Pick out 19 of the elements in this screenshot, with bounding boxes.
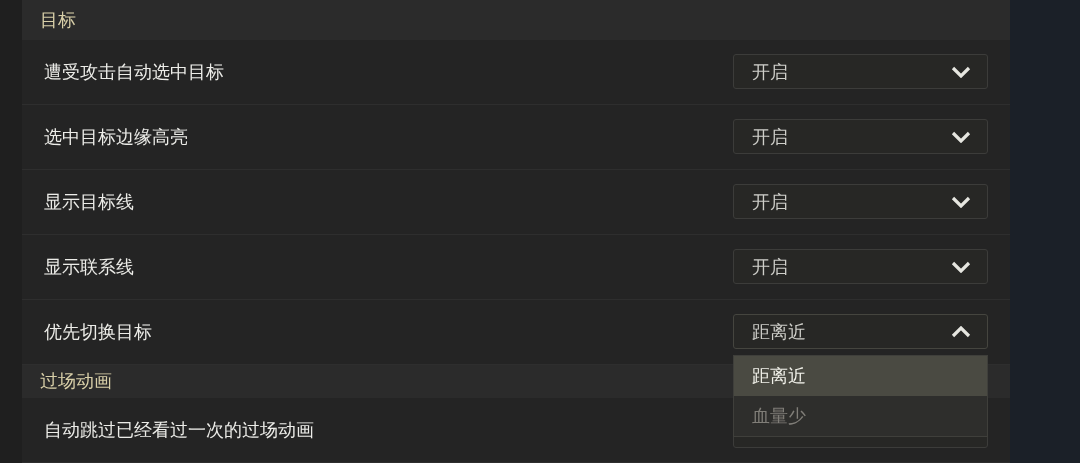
chevron-down-icon bbox=[951, 130, 971, 143]
setting-label: 自动跳过已经看过一次的过场动画 bbox=[44, 418, 314, 442]
dropdown[interactable]: 距离近 bbox=[733, 314, 988, 350]
dropdown[interactable]: 开启 bbox=[733, 184, 988, 220]
dropdown[interactable]: 开启 bbox=[733, 54, 988, 90]
setting-label: 显示目标线 bbox=[44, 189, 134, 214]
chevron-down-icon bbox=[951, 260, 971, 273]
dropdown-option[interactable]: 距离近 bbox=[734, 356, 987, 397]
chevron-up-icon bbox=[951, 325, 971, 338]
chevron-down-icon bbox=[951, 195, 971, 208]
chevron-down-icon bbox=[951, 65, 971, 78]
setting-label: 选中目标边缘高亮 bbox=[44, 124, 188, 149]
setting-label: 优先切换目标 bbox=[44, 319, 152, 344]
dropdown[interactable]: 开启 bbox=[733, 119, 988, 155]
setting-label: 遭受攻击自动选中目标 bbox=[44, 59, 224, 84]
setting-label: 显示联系线 bbox=[44, 254, 134, 279]
dropdown[interactable]: 开启 bbox=[733, 249, 988, 285]
section-title: 目标 bbox=[40, 7, 76, 32]
section-title: 过场动画 bbox=[40, 369, 112, 394]
